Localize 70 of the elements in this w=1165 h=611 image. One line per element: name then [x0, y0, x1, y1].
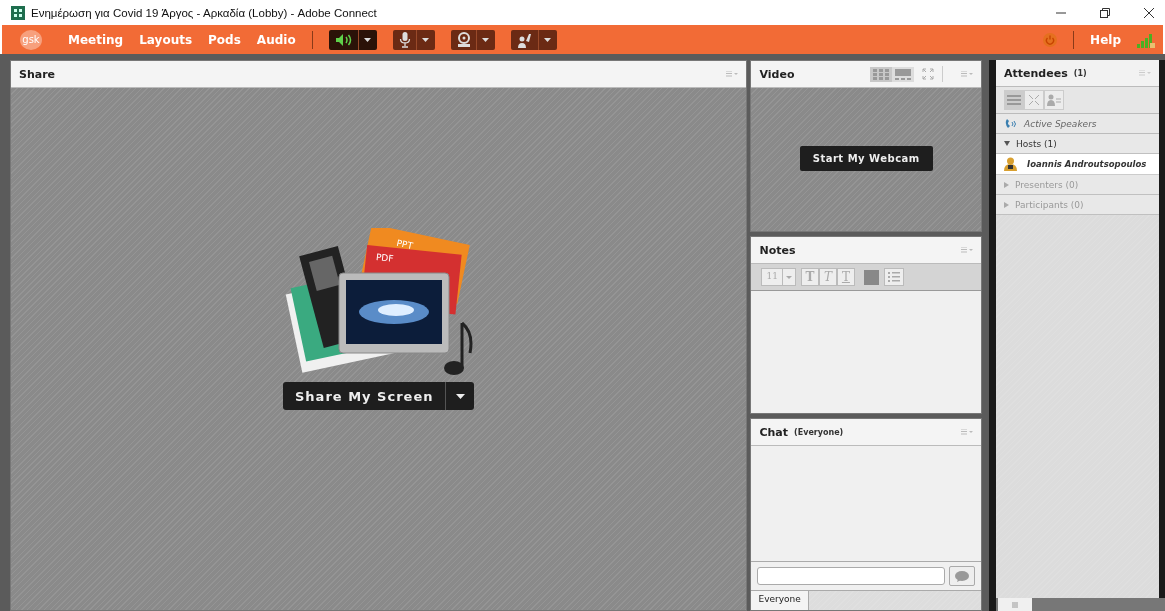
pod-title: Share — [19, 67, 56, 81]
menu-item[interactable]: Layouts — [139, 32, 193, 47]
caret-icon — [785, 275, 792, 279]
font-size-dropdown[interactable]: 11 — [761, 268, 796, 286]
start-webcam-button[interactable]: Start My Webcam — [799, 146, 933, 171]
view-toggle[interactable] — [1044, 90, 1065, 110]
media-button[interactable] — [328, 29, 377, 50]
grid-icon — [873, 68, 890, 80]
speech-bubble-icon — [955, 570, 970, 582]
view-toggle[interactable] — [1004, 90, 1025, 110]
filmstrip-icon — [895, 68, 912, 80]
help-menu[interactable]: Help — [1090, 32, 1121, 47]
raised-hand-icon — [516, 31, 533, 48]
app-icon — [11, 5, 25, 20]
caret-icon — [543, 37, 551, 42]
person-list-icon — [1047, 94, 1062, 106]
caret-icon — [363, 37, 371, 42]
view-toggle[interactable] — [870, 66, 893, 82]
pod-menu-icon[interactable] — [961, 247, 974, 253]
pod-menu-icon[interactable] — [1139, 70, 1151, 76]
pod-title: Chat — [759, 425, 789, 439]
attendee-row[interactable]: Ioannis Androutsopoulos — [996, 154, 1159, 175]
caret-icon — [455, 393, 465, 399]
microphone-icon — [398, 31, 411, 48]
send-button[interactable] — [949, 566, 976, 586]
restore-icon[interactable] — [1099, 6, 1111, 19]
menu-item[interactable]: Meeting — [68, 32, 124, 47]
collapsed-triangle-icon — [1004, 201, 1010, 208]
list-icon — [1007, 95, 1022, 105]
media-files-drawing: PPT PDF — [283, 228, 474, 378]
pod-menu-icon[interactable] — [726, 71, 739, 77]
media-button[interactable] — [392, 29, 435, 50]
collapsed-triangle-icon — [1004, 181, 1010, 188]
attendee-group[interactable]: Hosts (1) — [996, 134, 1159, 154]
share-screen-button[interactable]: Share My Screen — [283, 382, 475, 410]
pod-title: Video — [759, 67, 795, 81]
signal-icon — [1137, 31, 1155, 48]
pod-menu-icon[interactable] — [961, 429, 974, 435]
menu-item[interactable]: Pods — [208, 32, 241, 47]
pod-title: Notes — [759, 243, 796, 257]
expanded-triangle-icon — [1004, 141, 1011, 146]
caret-icon — [481, 37, 489, 42]
chat-tab[interactable]: Everyone — [751, 591, 809, 610]
color-swatch[interactable] — [863, 269, 879, 285]
active-speakers-label: Active Speakers — [1024, 118, 1097, 129]
menu-item[interactable]: Audio — [256, 32, 296, 47]
attendee-count: (1) — [1073, 68, 1087, 78]
close-icon[interactable] — [1143, 6, 1155, 19]
logo: gsk — [20, 29, 42, 50]
power-icon[interactable] — [1043, 32, 1058, 47]
webcam-icon — [456, 32, 471, 47]
host-icon — [1004, 157, 1018, 171]
format-button[interactable]: T — [800, 268, 819, 286]
caret-icon — [421, 37, 429, 42]
window-title: Ενημέρωση για Covid 19 Άργος - Αρκαδία (Lobby) - Adobe Connect — [31, 6, 377, 19]
attendee-group[interactable]: Participants (0) — [996, 195, 1159, 215]
speaker-icon — [334, 32, 353, 47]
pod-title: Attendees — [1004, 66, 1068, 80]
collapsed-tab[interactable] — [998, 598, 1033, 611]
phone-icon — [1004, 117, 1019, 130]
list-button[interactable] — [883, 268, 904, 286]
media-button[interactable] — [450, 29, 495, 50]
chat-audience: (Everyone) — [794, 427, 844, 437]
pod-menu-icon[interactable] — [961, 71, 974, 77]
attendee-group[interactable]: Presenters (0) — [996, 175, 1159, 195]
fullscreen-icon[interactable] — [922, 68, 935, 80]
bullet-list-icon — [887, 272, 900, 282]
chat-input[interactable] — [757, 567, 946, 585]
media-button[interactable] — [510, 29, 557, 50]
view-toggle[interactable] — [1024, 90, 1045, 110]
